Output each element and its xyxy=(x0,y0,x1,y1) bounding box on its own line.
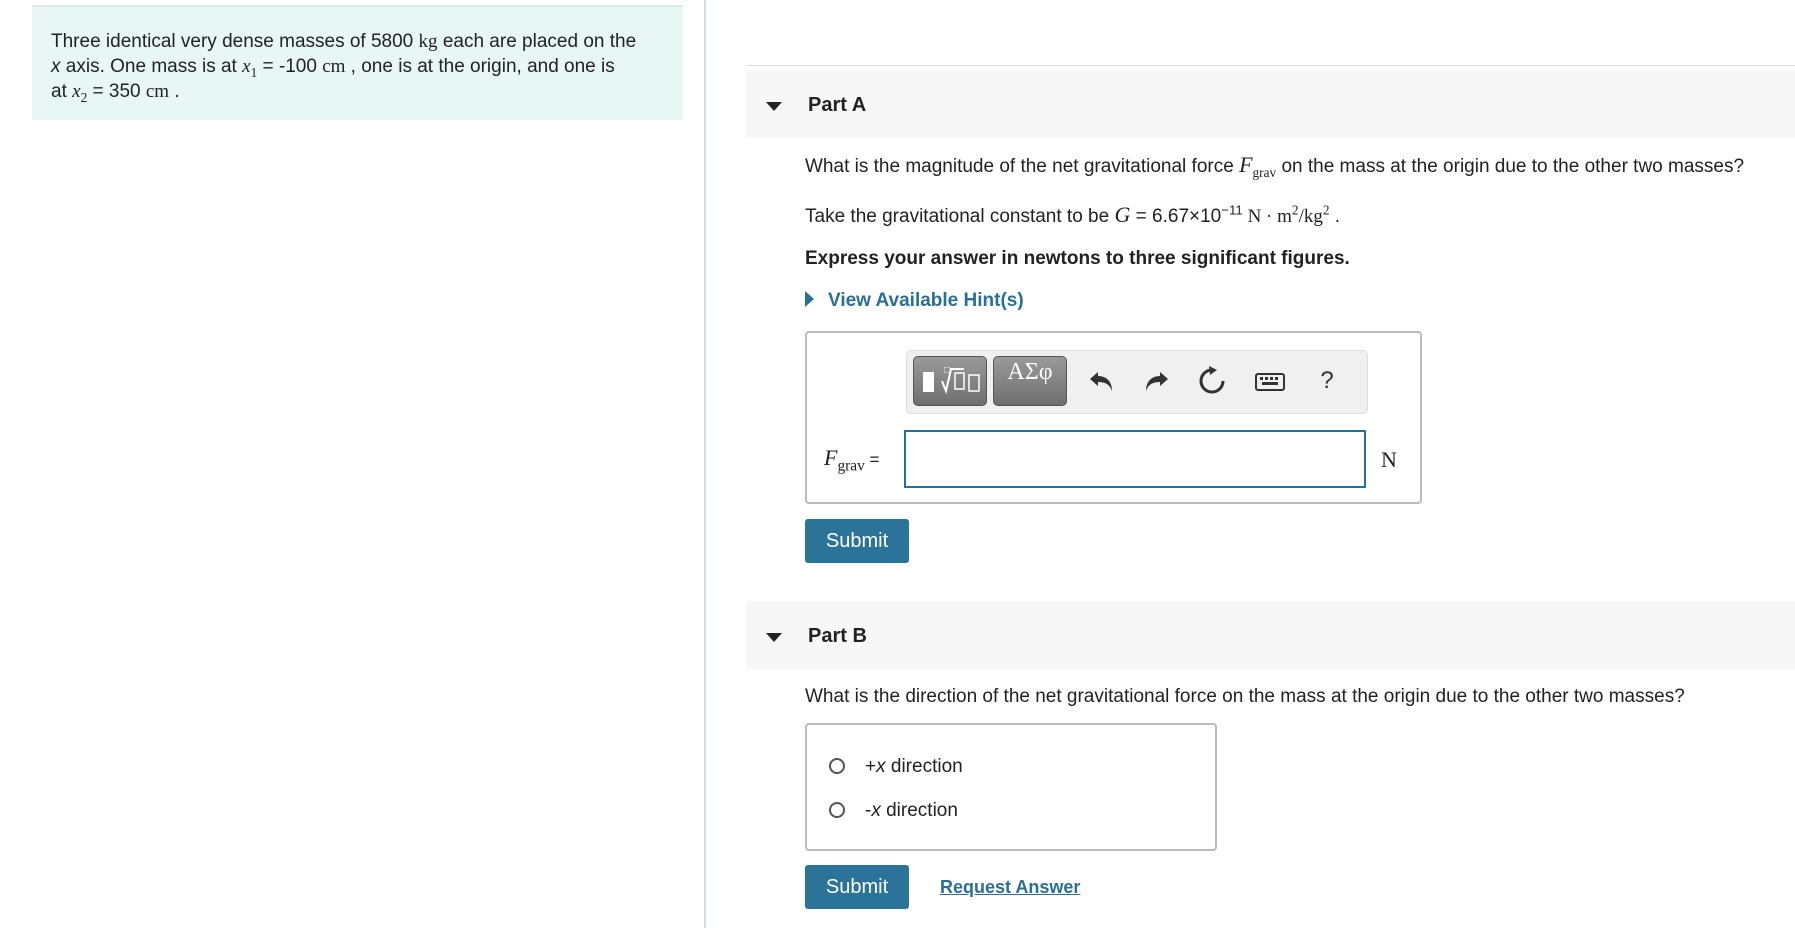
problem-text: . xyxy=(169,81,180,102)
part-a-question: What is the magnitude of the net gravita… xyxy=(805,152,1745,180)
help-icon[interactable]: ? xyxy=(1311,365,1343,397)
answer-input[interactable] xyxy=(904,430,1366,488)
choice-text: direction xyxy=(880,800,958,821)
part-b-question: What is the direction of the net gravita… xyxy=(805,686,1685,707)
problem-text: , one is at the origin, and one is xyxy=(345,56,615,77)
templates-button[interactable]: □ xyxy=(913,356,987,406)
part-a-header[interactable]: Part A xyxy=(746,70,1795,138)
constant-text: . xyxy=(1329,206,1341,227)
force-var: F xyxy=(1239,152,1253,177)
redo-icon[interactable] xyxy=(1140,365,1172,397)
view-hints-link[interactable]: View Available Hint(s) xyxy=(805,290,1024,312)
field-sub: grav xyxy=(837,457,865,475)
unit-cm: cm xyxy=(145,81,170,102)
column-divider xyxy=(704,0,706,928)
axis-var: x xyxy=(51,56,61,77)
part-b-submit-button[interactable]: Submit xyxy=(805,865,909,909)
unit-label: N xyxy=(1381,447,1397,472)
constant-text: Take the gravitational constant to be xyxy=(805,206,1115,227)
radio-button[interactable] xyxy=(829,758,845,774)
part-a-constant: Take the gravitational constant to be G … xyxy=(805,202,1340,228)
problem-text: = 350 xyxy=(87,81,146,102)
part-b-title: Part B xyxy=(808,625,867,647)
choice-var: x xyxy=(876,756,886,777)
help-label: ? xyxy=(1320,367,1334,394)
undo-icon[interactable] xyxy=(1086,365,1118,397)
request-answer-link[interactable]: Request Answer xyxy=(940,877,1080,898)
field-var: F xyxy=(824,445,838,470)
choice-var: x xyxy=(871,800,881,821)
equals-sign: = xyxy=(864,450,880,469)
problem-statement: Three identical very dense masses of 580… xyxy=(32,5,683,120)
exponent: 2 xyxy=(1322,202,1330,218)
direction-choices: +x direction -x direction xyxy=(805,723,1217,851)
radio-button[interactable] xyxy=(829,802,845,818)
collapse-triangle-icon[interactable] xyxy=(766,102,782,111)
keyboard-icon[interactable] xyxy=(1254,365,1286,397)
problem-text: = -100 xyxy=(257,56,323,77)
expand-triangle-icon xyxy=(805,291,814,307)
answer-instruction: Express your answer in newtons to three … xyxy=(805,248,1350,269)
unit-cm: cm xyxy=(322,56,346,77)
g-var: G xyxy=(1114,202,1131,227)
force-sub: grav xyxy=(1252,164,1277,180)
problem-text: at xyxy=(51,81,73,102)
unit-kg: /kg xyxy=(1298,206,1323,227)
unit-n-m: N · m xyxy=(1242,206,1292,227)
templates-icon: □ xyxy=(923,365,980,395)
part-a-submit-button[interactable]: Submit xyxy=(805,519,909,563)
hint-label[interactable]: View Available Hint(s) xyxy=(828,290,1024,311)
part-a-title: Part A xyxy=(808,94,867,116)
problem-text: Three identical very dense masses of 580… xyxy=(51,31,414,52)
problem-text: each are placed on the xyxy=(437,31,637,52)
choice-sign: + xyxy=(865,756,877,777)
answer-box: □ ΑΣφ ? Fgrav = N xyxy=(805,331,1422,504)
greek-label: ΑΣφ xyxy=(1007,359,1053,385)
exponent: 2 xyxy=(1291,202,1299,218)
x2-var: x xyxy=(72,81,81,102)
choice-minus-x[interactable]: -x direction xyxy=(829,800,958,822)
choice-plus-x[interactable]: +x direction xyxy=(829,756,963,778)
greek-symbols-button[interactable]: ΑΣφ xyxy=(993,356,1067,406)
math-toolbar: □ ΑΣφ ? xyxy=(906,350,1368,414)
field-label: Fgrav = xyxy=(824,445,880,475)
choice-text: direction xyxy=(885,756,963,777)
question-text: on the mass at the origin due to the oth… xyxy=(1276,156,1745,177)
reset-icon[interactable] xyxy=(1196,365,1228,397)
x1-var: x xyxy=(242,56,251,77)
part-b-header[interactable]: Part B xyxy=(746,601,1795,669)
top-rule xyxy=(746,65,1795,66)
unit-kg: kg xyxy=(418,31,438,52)
question-text: What is the magnitude of the net gravita… xyxy=(805,156,1240,177)
exponent: −11 xyxy=(1221,202,1243,218)
problem-text: axis. One mass is at xyxy=(60,56,243,77)
constant-text: = 6.67×10 xyxy=(1130,206,1222,227)
collapse-triangle-icon[interactable] xyxy=(766,633,782,642)
